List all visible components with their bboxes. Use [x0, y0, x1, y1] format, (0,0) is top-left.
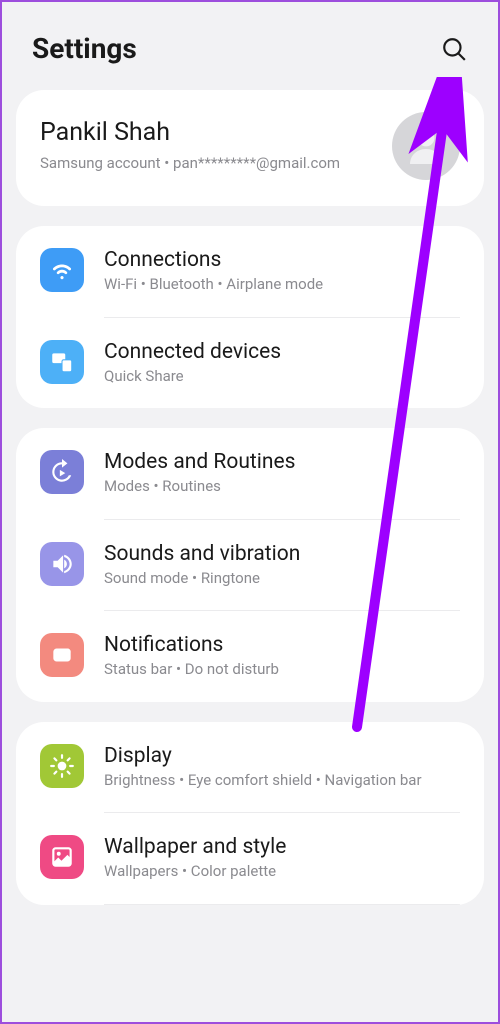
settings-group-3: Display Brightness • Eye comfort shield … [16, 722, 484, 905]
item-sub: Quick Share [104, 367, 460, 387]
header: Settings [2, 2, 498, 90]
item-title: Wallpaper and style [104, 835, 460, 859]
item-text: Modes and Routines Modes • Routines [104, 450, 460, 497]
item-modes-routines[interactable]: Modes and Routines Modes • Routines [16, 428, 484, 519]
item-text: Wallpaper and style Wallpapers • Color p… [104, 835, 460, 882]
item-title: Connected devices [104, 340, 460, 364]
item-sub: Wi-Fi • Bluetooth • Airplane mode [104, 275, 460, 295]
item-text: Connections Wi-Fi • Bluetooth • Airplane… [104, 248, 460, 295]
wallpaper-icon [40, 835, 84, 879]
item-sub: Modes • Routines [104, 477, 460, 497]
settings-group-2: Modes and Routines Modes • Routines Soun… [16, 428, 484, 702]
devices-icon [40, 340, 84, 384]
item-connected-devices[interactable]: Connected devices Quick Share [16, 318, 484, 409]
item-notifications[interactable]: Notifications Status bar • Do not distur… [16, 611, 484, 702]
notifications-icon [40, 633, 84, 677]
wifi-icon [40, 248, 84, 292]
item-sub: Status bar • Do not disturb [104, 660, 460, 680]
account-sub: Samsung account • pan*********@gmail.com [40, 153, 382, 174]
routines-icon [40, 450, 84, 494]
person-icon [402, 122, 450, 170]
page-title: Settings [32, 32, 137, 65]
item-title: Modes and Routines [104, 450, 460, 474]
item-wallpaper-style[interactable]: Wallpaper and style Wallpapers • Color p… [16, 813, 484, 904]
account-card[interactable]: Pankil Shah Samsung account • pan*******… [16, 90, 484, 206]
account-text: Pankil Shah Samsung account • pan*******… [40, 118, 382, 174]
item-sub: Brightness • Eye comfort shield • Naviga… [104, 771, 460, 791]
display-icon [40, 744, 84, 788]
item-text: Sounds and vibration Sound mode • Ringto… [104, 542, 460, 589]
item-sounds-vibration[interactable]: Sounds and vibration Sound mode • Ringto… [16, 520, 484, 611]
item-title: Display [104, 744, 460, 768]
sound-icon [40, 542, 84, 586]
search-button[interactable] [440, 35, 468, 63]
item-title: Connections [104, 248, 460, 272]
item-text: Display Brightness • Eye comfort shield … [104, 744, 460, 791]
item-sub: Wallpapers • Color palette [104, 862, 460, 882]
item-connections[interactable]: Connections Wi-Fi • Bluetooth • Airplane… [16, 226, 484, 317]
item-display[interactable]: Display Brightness • Eye comfort shield … [16, 722, 484, 813]
divider [104, 904, 460, 905]
item-title: Sounds and vibration [104, 542, 460, 566]
item-sub: Sound mode • Ringtone [104, 569, 460, 589]
item-text: Connected devices Quick Share [104, 340, 460, 387]
settings-group-1: Connections Wi-Fi • Bluetooth • Airplane… [16, 226, 484, 408]
item-title: Notifications [104, 633, 460, 657]
item-text: Notifications Status bar • Do not distur… [104, 633, 460, 680]
avatar [392, 112, 460, 180]
search-icon [441, 36, 467, 62]
account-name: Pankil Shah [40, 118, 382, 147]
